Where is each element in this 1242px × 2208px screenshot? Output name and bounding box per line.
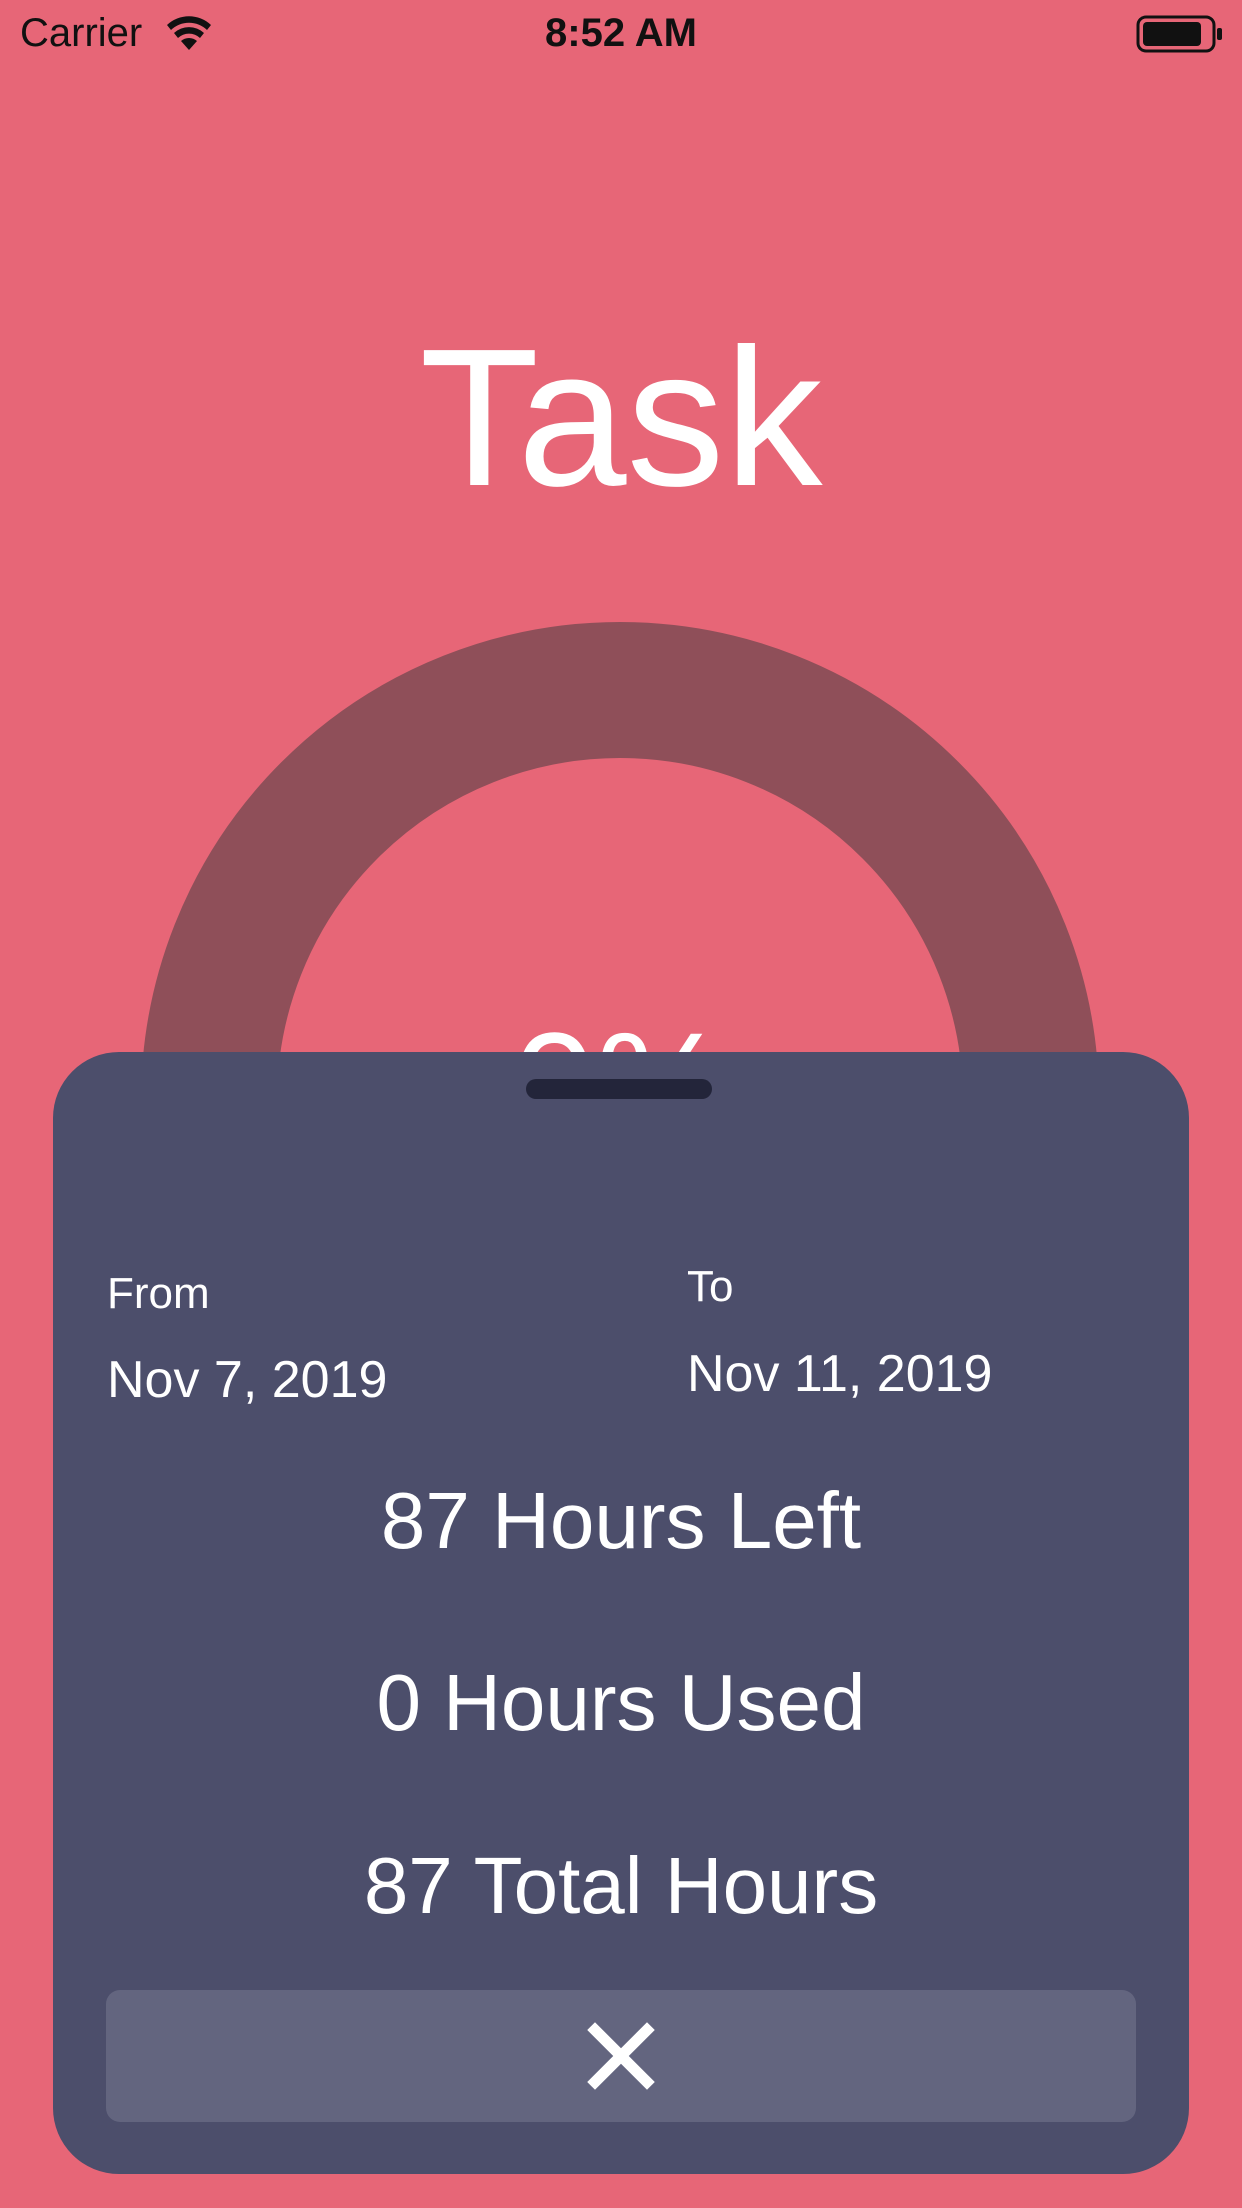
hours-left-label: 87 Hours Left xyxy=(380,1476,862,1565)
sheet-grabber[interactable] xyxy=(526,1079,712,1099)
to-label: To xyxy=(687,1262,734,1311)
to-date: Nov 11, 2019 xyxy=(687,1345,993,1403)
total-hours-label: 87 Total Hours xyxy=(363,1841,879,1930)
from-date: Nov 7, 2019 xyxy=(107,1351,388,1409)
from-label: From xyxy=(107,1269,210,1318)
close-button[interactable] xyxy=(106,1990,1136,2122)
hours-used-label: 0 Hours Used xyxy=(376,1658,866,1747)
task-details-sheet: From Nov 7, 2019 To Nov 11, 2019 87 Hour… xyxy=(53,1052,1189,2174)
close-icon[interactable] xyxy=(587,2022,655,2090)
